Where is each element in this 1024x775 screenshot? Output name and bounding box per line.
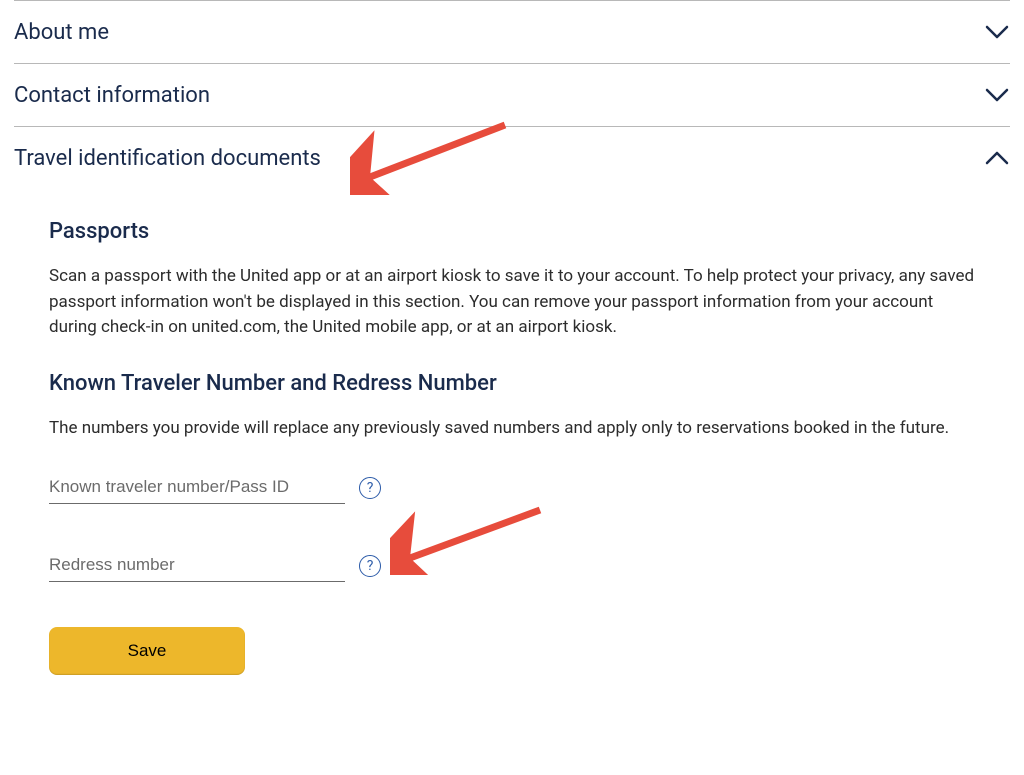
accordion-title: Contact information: [14, 83, 210, 108]
ktn-heading: Known Traveler Number and Redress Number: [49, 371, 975, 396]
chevron-down-icon: [984, 82, 1010, 108]
ktn-description: The numbers you provide will replace any…: [49, 416, 975, 442]
passports-description: Scan a passport with the United app or a…: [49, 264, 975, 341]
accordion-title: Travel identification documents: [14, 146, 321, 171]
chevron-up-icon: [984, 145, 1010, 171]
accordion-header-travel-identification-documents[interactable]: Travel identification documents: [14, 127, 1010, 189]
passports-heading: Passports: [49, 219, 975, 244]
accordion-title: About me: [14, 20, 109, 45]
accordion-content-travel-identification-documents: Passports Scan a passport with the Unite…: [14, 189, 1010, 695]
help-icon[interactable]: ?: [359, 477, 381, 499]
save-button[interactable]: Save: [49, 627, 245, 675]
accordion-header-about-me[interactable]: About me: [14, 1, 1010, 63]
known-traveler-number-input[interactable]: [49, 471, 345, 504]
chevron-down-icon: [984, 19, 1010, 45]
accordion-header-contact-information[interactable]: Contact information: [14, 64, 1010, 126]
help-icon[interactable]: ?: [359, 555, 381, 577]
redress-number-input[interactable]: [49, 549, 345, 582]
